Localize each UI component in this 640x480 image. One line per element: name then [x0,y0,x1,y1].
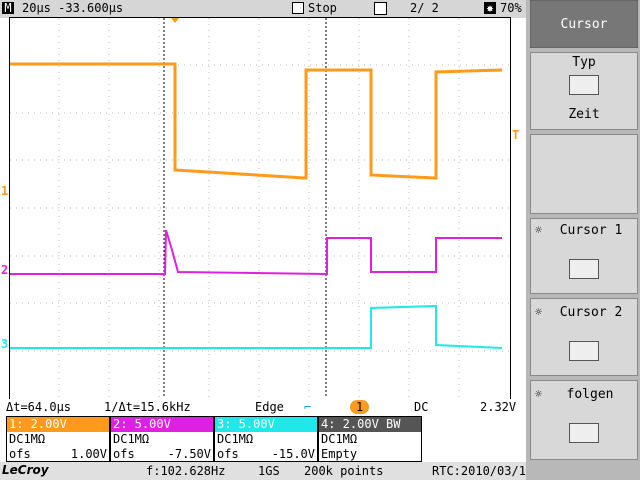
channel-4-header: 4: 2.00V BW [319,417,421,432]
channel-1-coupling: DC1MΩ [9,432,46,446]
channel-2-header: 2: 5.00V [111,417,213,432]
channel-4-box[interactable]: 4: 2.00V BW DC1MΩ Empty [318,416,422,462]
trigger-position-marker [171,18,179,23]
lecroy-logo: LeCroy [2,463,49,477]
cursor-1-icon [569,259,599,279]
waveform-traces [10,18,509,398]
channel-3-trace [10,305,503,349]
grid-lines [10,18,509,398]
record-length: 200k points [304,464,384,478]
channel-3-coupling: DC1MΩ [217,432,254,446]
measurement-status-line: Δt=64.0µs 1/Δt=15.6kHz Edge ⌐ 1 DC 2.32V [0,399,526,415]
cursor-2-icon [569,341,599,361]
gear-icon: ☼ [535,387,543,401]
channel-2-ofs-value: -7.50V [167,447,211,461]
trigger-source-badge[interactable]: 1 [350,400,370,414]
empty-menu-slot [530,134,638,214]
gear-icon: ☼ [535,305,543,319]
trigger-type[interactable]: Edge [255,400,284,414]
channel-3-ofs-value: -15.0V [271,447,315,461]
channel-1-marker[interactable]: 1 [1,184,8,198]
channel-4-coupling: DC1MΩ [321,432,358,446]
delta-t: Δt=64.0µs [6,400,72,414]
follow-button[interactable]: ☼ folgen [530,380,638,460]
channel-1-header: 1: 2.00V [7,417,109,432]
sample-rate: 1GS [258,464,280,478]
channel-2-marker[interactable]: 2 [1,263,8,277]
channel-1-trace [10,62,503,180]
cursor-menu-title[interactable]: Cursor [530,0,638,48]
gear-icon: ☼ [535,223,543,237]
inverse-delta-t: 1/Δt=15.6kHz [104,400,191,414]
channel-2-trace [10,229,502,275]
channel-3-marker[interactable]: 3 [1,337,8,351]
channel-1-box[interactable]: 1: 2.00V DC1MΩ ofs 1.00V [6,416,110,462]
cursor-1-button[interactable]: ☼ Cursor 1 [530,218,638,294]
trigger-edge-icon: ⌐ [304,400,312,414]
channel-1-ofs-label: ofs [9,447,31,461]
channel-4-ofs-label: Empty [321,447,358,461]
trigger-coupling: DC [414,400,429,414]
channel-1-ofs-value: 1.00V [70,447,107,461]
channel-3-header: 3: 5.00V [215,417,317,432]
trigger-level: 2.32V [480,400,517,414]
channel-3-box[interactable]: 3: 5.00V DC1MΩ ofs -15.0V [214,416,318,462]
cursor-2-button[interactable]: ☼ Cursor 2 [530,298,638,376]
channel-2-box[interactable]: 2: 5.00V DC1MΩ ofs -7.50V [110,416,214,462]
channel-2-ofs-label: ofs [113,447,135,461]
follow-icon [569,423,599,443]
side-menu: Cursor Typ Zeit ☼ Cursor 1 ☼ Cursor 2 ☼ … [526,0,640,480]
frequency-readout: f:102.628Hz [146,464,226,478]
trigger-level-marker: T [512,128,520,142]
channel-3-ofs-label: ofs [217,447,239,461]
time-cursor-icon [569,75,599,95]
channel-2-coupling: DC1MΩ [113,432,150,446]
type-button[interactable]: Typ Zeit [530,52,638,130]
